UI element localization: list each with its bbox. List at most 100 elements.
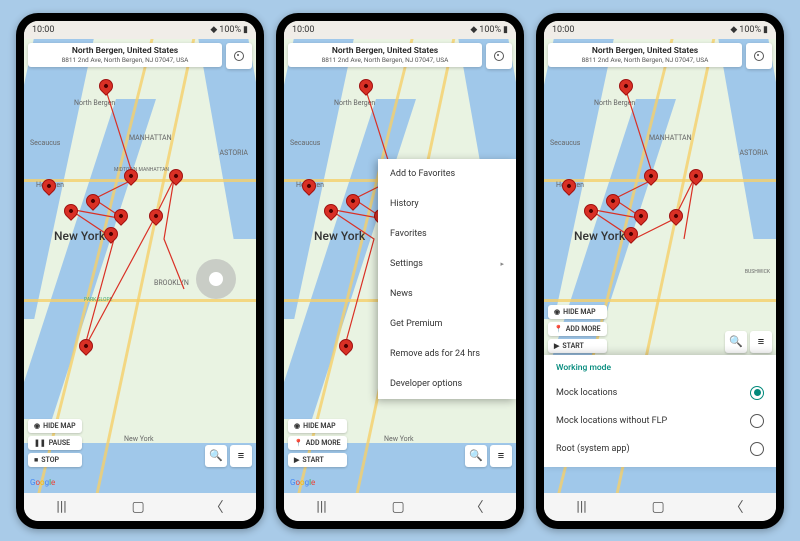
- mode-mock-without-flp[interactable]: Mock locations without FLP: [556, 407, 764, 435]
- hamburger-icon: ≡: [498, 449, 504, 462]
- recent-apps-button[interactable]: |||: [56, 499, 66, 515]
- map-pin[interactable]: [666, 206, 686, 226]
- menu-button[interactable]: ≡: [490, 445, 512, 467]
- android-navbar: ||| ▢ 〈: [544, 493, 776, 521]
- battery-icon: ▮: [243, 25, 248, 35]
- sheet-title: Working mode: [556, 363, 764, 373]
- map-pin[interactable]: [686, 166, 706, 186]
- joystick[interactable]: [196, 259, 236, 299]
- crosshair-icon: [753, 50, 765, 62]
- status-time: 10:00: [32, 25, 54, 35]
- start-button[interactable]: ▶START: [288, 453, 347, 467]
- back-button[interactable]: 〈: [730, 497, 744, 517]
- map-label: North Bergen: [74, 99, 115, 107]
- battery-text: 100%: [219, 25, 241, 35]
- map[interactable]: North Bergen Secaucus MANHATTAN Hoboken …: [544, 39, 776, 493]
- phone-3: 10:00 ◆100%▮ North Bergen Secaucus MANHA…: [536, 13, 784, 529]
- map-pin[interactable]: [96, 76, 116, 96]
- right-controls: 🔍 ≡: [725, 331, 772, 353]
- menu-history[interactable]: History: [378, 189, 516, 219]
- working-mode-sheet: Working mode Mock locations Mock locatio…: [544, 355, 776, 467]
- stop-icon: ■: [34, 456, 38, 464]
- start-button[interactable]: ▶START: [548, 339, 607, 353]
- mode-mock-locations[interactable]: Mock locations: [556, 379, 764, 407]
- phone-1: 10:00 ◆ 100% ▮ North Bergen Secaucus MAN…: [16, 13, 264, 529]
- menu-developer[interactable]: Developer options: [378, 369, 516, 399]
- wifi-icon: ◆: [210, 25, 217, 35]
- my-location-button[interactable]: [226, 43, 252, 69]
- play-icon: ▶: [554, 342, 559, 350]
- map-label: BROOKLYN: [154, 279, 189, 287]
- pin-icon: 📍: [554, 325, 563, 333]
- left-controls: ◉HIDE MAP 📍ADD MORE ▶START: [288, 419, 347, 467]
- add-more-button[interactable]: 📍ADD MORE: [548, 322, 607, 336]
- my-location-button[interactable]: [486, 43, 512, 69]
- radio-checked-icon: [750, 386, 764, 400]
- menu-news[interactable]: News: [378, 279, 516, 309]
- home-button[interactable]: ▢: [652, 499, 665, 515]
- menu-remove-ads[interactable]: Remove ads for 24 hrs: [378, 339, 516, 369]
- map-label: PARK SLOPE: [84, 297, 112, 303]
- statusbar: 10:00 ◆ 100% ▮: [24, 21, 256, 39]
- phone-2: 10:00 ◆100%▮ North Bergen Secaucus Hobok…: [276, 13, 524, 529]
- map-pin[interactable]: [166, 166, 186, 186]
- home-button[interactable]: ▢: [132, 499, 145, 515]
- overflow-menu: Add to Favorites History Favorites Setti…: [378, 159, 516, 399]
- eye-icon: ◉: [34, 422, 40, 430]
- hamburger-icon: ≡: [758, 335, 764, 348]
- battery-icon: ▮: [503, 25, 508, 35]
- radio-icon: [750, 414, 764, 428]
- search-button[interactable]: 🔍: [725, 331, 747, 353]
- android-navbar: ||| ▢ 〈: [284, 493, 516, 521]
- map-pin[interactable]: [336, 336, 356, 356]
- menu-get-premium[interactable]: Get Premium: [378, 309, 516, 339]
- add-more-button[interactable]: 📍ADD MORE: [288, 436, 347, 450]
- location-subtitle: 8811 2nd Ave, North Bergen, NJ 07047, US…: [34, 56, 216, 64]
- google-logo: Google: [290, 478, 315, 487]
- back-button[interactable]: 〈: [210, 497, 224, 517]
- eye-icon: ◉: [294, 422, 300, 430]
- right-controls: 🔍 ≡: [205, 445, 252, 467]
- android-navbar: ||| ▢ 〈: [24, 493, 256, 521]
- menu-add-favorites[interactable]: Add to Favorites: [378, 159, 516, 189]
- location-header[interactable]: North Bergen, United States 8811 2nd Ave…: [288, 43, 482, 67]
- home-button[interactable]: ▢: [392, 499, 405, 515]
- recent-apps-button[interactable]: |||: [576, 499, 586, 515]
- right-controls: 🔍 ≡: [465, 445, 512, 467]
- location-header[interactable]: North Bergen, United States 8811 2nd Ave…: [28, 43, 222, 67]
- hide-map-button[interactable]: ◉HIDE MAP: [548, 305, 607, 319]
- crosshair-icon: [493, 50, 505, 62]
- back-button[interactable]: 〈: [470, 497, 484, 517]
- stop-button[interactable]: ■STOP: [28, 453, 82, 467]
- screen: 10:00 ◆100%▮ North Bergen Secaucus MANHA…: [544, 21, 776, 521]
- menu-favorites[interactable]: Favorites: [378, 219, 516, 249]
- map-pin[interactable]: [356, 76, 376, 96]
- search-icon: 🔍: [209, 449, 223, 462]
- location-header[interactable]: North Bergen, United States 8811 2nd Ave…: [548, 43, 742, 67]
- search-button[interactable]: 🔍: [205, 445, 227, 467]
- hide-map-button[interactable]: ◉HIDE MAP: [288, 419, 347, 433]
- statusbar: 10:00 ◆100%▮: [544, 21, 776, 39]
- my-location-button[interactable]: [746, 43, 772, 69]
- crosshair-icon: [233, 50, 245, 62]
- radio-icon: [750, 442, 764, 456]
- mode-root[interactable]: Root (system app): [556, 435, 764, 463]
- map-pin[interactable]: [146, 206, 166, 226]
- menu-button[interactable]: ≡: [750, 331, 772, 353]
- map[interactable]: North Bergen Secaucus MANHATTAN MIDTOWN …: [24, 39, 256, 493]
- recent-apps-button[interactable]: |||: [316, 499, 326, 515]
- map-pin[interactable]: [616, 76, 636, 96]
- map-label: ASTORIA: [220, 149, 248, 157]
- pin-icon: 📍: [294, 439, 303, 447]
- search-button[interactable]: 🔍: [465, 445, 487, 467]
- wifi-icon: ◆: [470, 25, 477, 35]
- menu-settings[interactable]: Settings▸: [378, 249, 516, 279]
- chevron-right-icon: ▸: [500, 260, 504, 268]
- status-time: 10:00: [552, 25, 574, 35]
- menu-button[interactable]: ≡: [230, 445, 252, 467]
- map[interactable]: North Bergen Secaucus Hoboken New York N…: [284, 39, 516, 493]
- hide-map-button[interactable]: ◉HIDE MAP: [28, 419, 82, 433]
- search-icon: 🔍: [469, 449, 483, 462]
- pause-button[interactable]: ❚❚PAUSE: [28, 436, 82, 450]
- map-pin[interactable]: [76, 336, 96, 356]
